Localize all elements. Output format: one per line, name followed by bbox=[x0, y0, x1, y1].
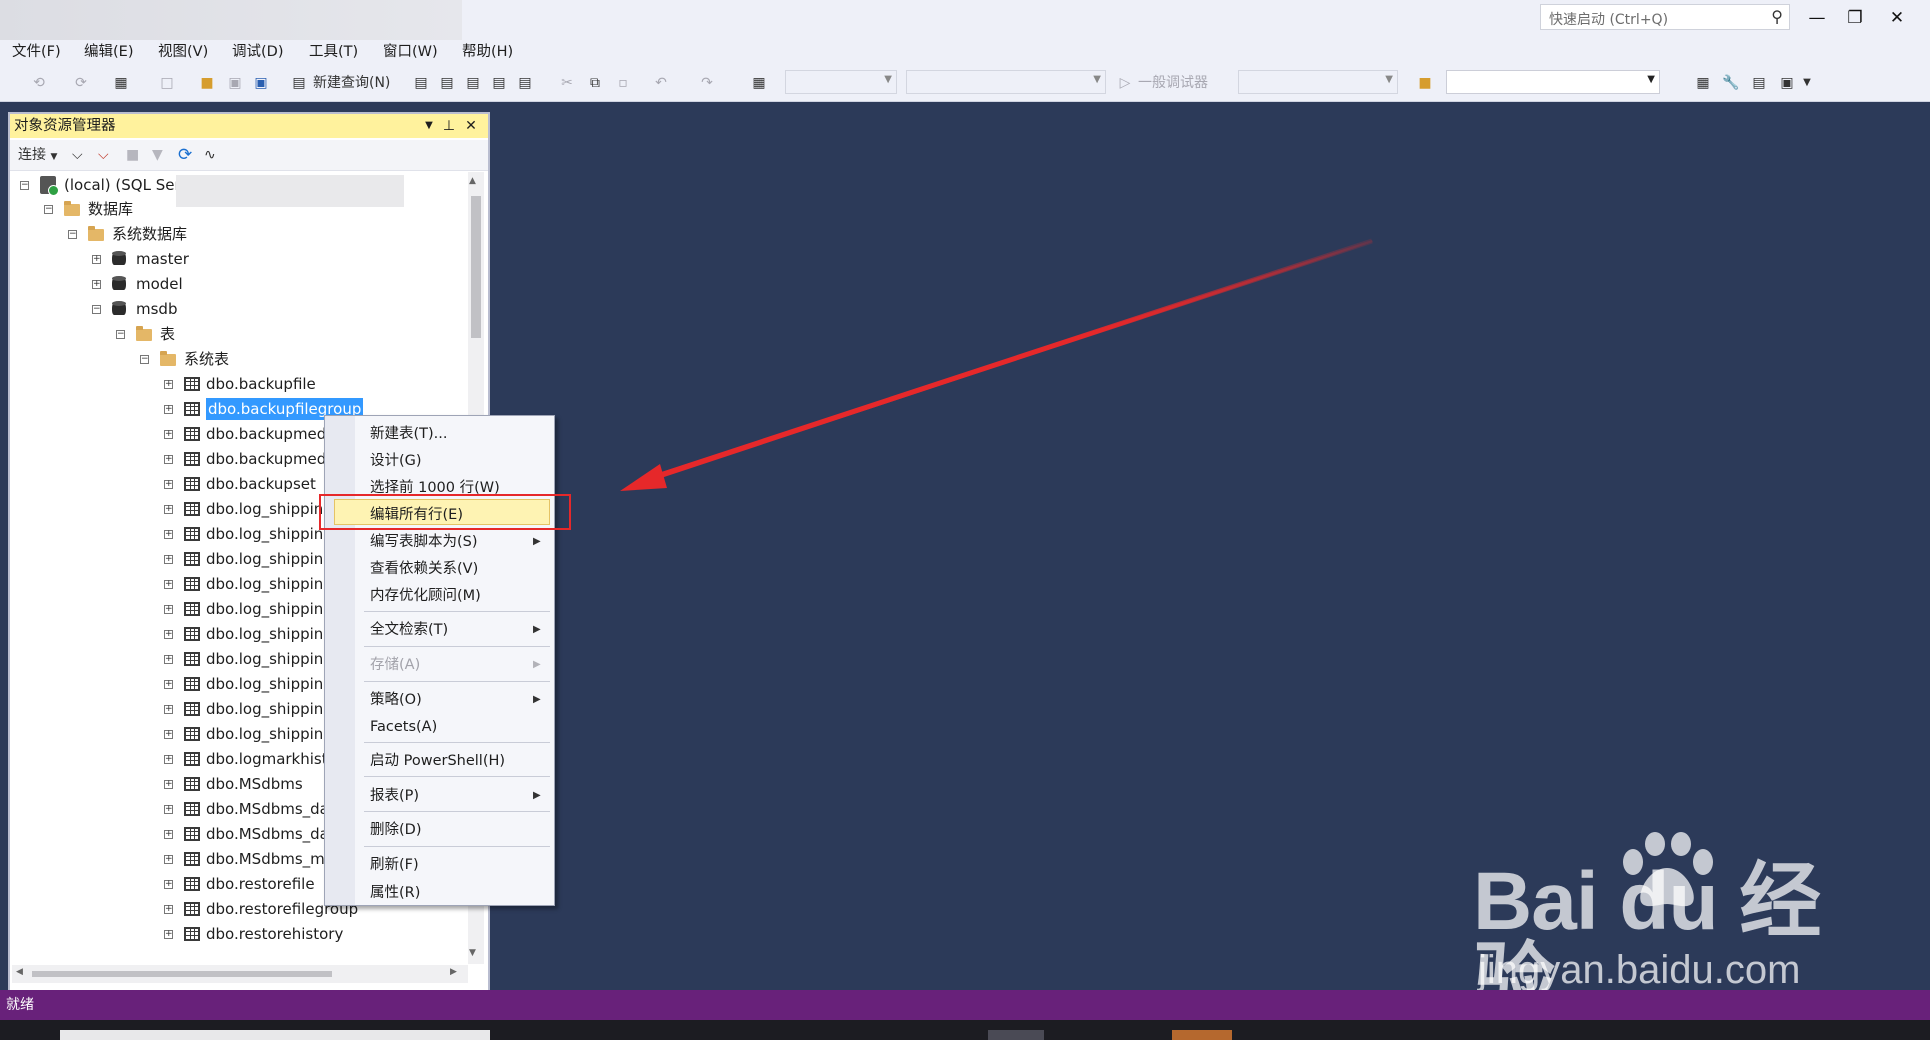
baidu-watermark-brand: Bai du 经验 bbox=[1473, 856, 1821, 1027]
status-bar bbox=[0, 990, 1930, 1020]
taskbar-app-button-active[interactable] bbox=[1172, 1030, 1232, 1040]
status-text: 就绪 bbox=[6, 997, 34, 1013]
baidu-watermark-url: jingyan.baidu.com bbox=[1478, 948, 1801, 992]
taskbar-window-preview bbox=[60, 1030, 490, 1040]
taskbar-app-button[interactable] bbox=[988, 1030, 1044, 1040]
